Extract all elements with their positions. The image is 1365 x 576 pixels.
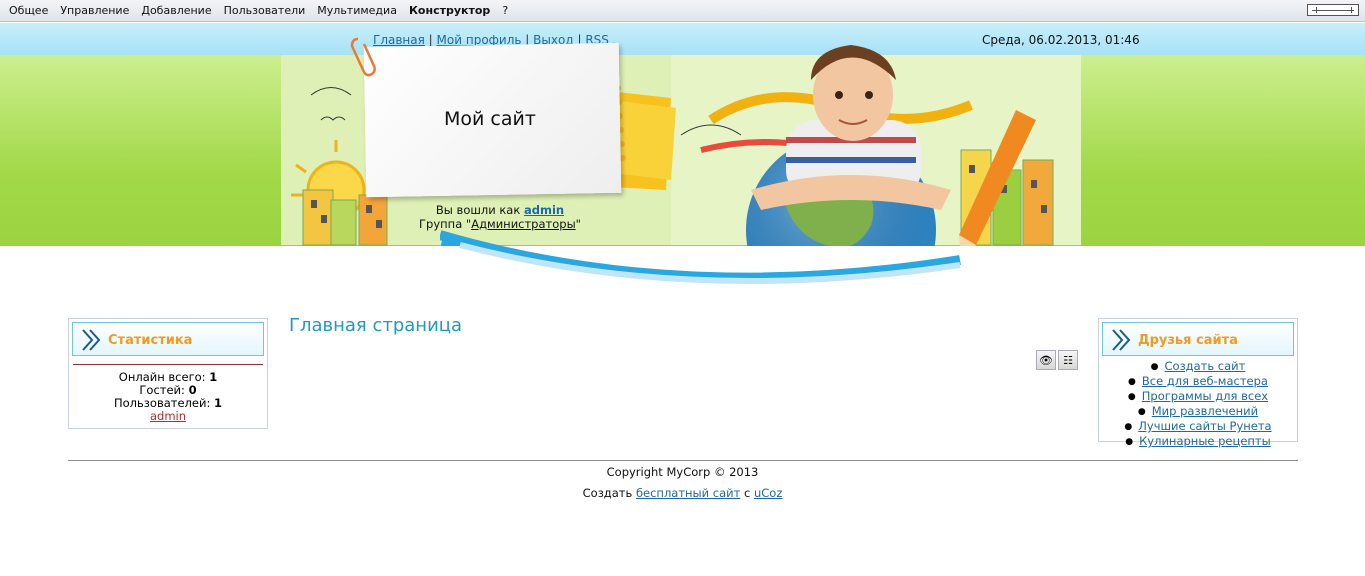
ucoz-link[interactable]: uCoz bbox=[754, 486, 782, 500]
admin-toolbar: Общее Управление Добавление Пользователи… bbox=[0, 0, 1365, 22]
logged-in-label: Вы вошли как bbox=[435, 203, 521, 217]
friend-link-create-site[interactable]: Создать сайт bbox=[1165, 359, 1246, 373]
paperclip-icon bbox=[350, 37, 376, 77]
free-site-link[interactable]: бесплатный сайт bbox=[636, 486, 740, 500]
online-label: Онлайн всего: bbox=[118, 370, 206, 384]
stats-block-header: Статистика bbox=[72, 322, 264, 356]
nav-separator: | bbox=[428, 33, 433, 47]
friend-link-recipes[interactable]: Кулинарные рецепты bbox=[1139, 434, 1271, 448]
nav-home-link[interactable]: Главная bbox=[373, 33, 425, 47]
stats-body: Онлайн всего: 1 Гостей: 0 Пользователей:… bbox=[69, 371, 267, 423]
friend-link-programs[interactable]: Программы для всех bbox=[1142, 389, 1268, 403]
group-link[interactable]: Администраторы bbox=[471, 217, 575, 231]
list-item: Лучшие сайты Рунета bbox=[1099, 420, 1297, 435]
friends-block: Друзья сайта Создать сайт Все для веб-ма… bbox=[1098, 318, 1298, 448]
site-name[interactable]: Мой сайт bbox=[420, 108, 560, 130]
current-datetime: Среда, 06.02.2013, 01:46 bbox=[982, 33, 1140, 47]
admin-menu-management[interactable]: Управление bbox=[54, 4, 135, 17]
list-item: Мир развлечений bbox=[1099, 405, 1297, 420]
double-chevron-icon bbox=[1112, 329, 1131, 351]
friend-link-best-sites[interactable]: Лучшие сайты Рунета bbox=[1138, 419, 1271, 433]
view-eye-icon[interactable]: 👁 bbox=[1036, 350, 1056, 370]
admin-menu-general[interactable]: Общее bbox=[3, 4, 54, 17]
admin-menu-users[interactable]: Пользователи bbox=[218, 4, 312, 17]
username-link[interactable]: admin bbox=[524, 203, 564, 217]
width-resize-icon[interactable] bbox=[1307, 4, 1359, 16]
list-item: Все для веб-мастера bbox=[1099, 375, 1297, 390]
admin-menu-constructor[interactable]: Конструктор bbox=[403, 4, 496, 17]
edit-list-icon[interactable]: ☷ bbox=[1058, 350, 1078, 370]
page-title: Главная страница bbox=[289, 315, 463, 336]
friends-block-header: Друзья сайта bbox=[1102, 322, 1294, 356]
users-count: 1 bbox=[213, 396, 222, 410]
list-item: Программы для всех bbox=[1099, 390, 1297, 405]
online-user-link[interactable]: admin bbox=[150, 409, 186, 423]
header-wave bbox=[440, 230, 961, 284]
stats-divider bbox=[73, 364, 263, 365]
with-label: с bbox=[743, 486, 751, 500]
list-item: Создать сайт bbox=[1099, 360, 1297, 375]
admin-menu-add[interactable]: Добавление bbox=[135, 4, 217, 17]
admin-menu: Общее Управление Добавление Пользователи… bbox=[3, 4, 514, 17]
friend-link-entertainment[interactable]: Мир развлечений bbox=[1152, 404, 1258, 418]
stats-block: Статистика Онлайн всего: 1 Гостей: 0 Пол… bbox=[68, 318, 268, 429]
friends-title: Друзья сайта bbox=[1138, 333, 1238, 348]
create-label: Создать bbox=[582, 486, 633, 500]
list-item: Кулинарные рецепты bbox=[1099, 435, 1297, 450]
double-chevron-icon bbox=[82, 329, 101, 351]
guests-count: 0 bbox=[188, 383, 197, 397]
footer-divider bbox=[68, 460, 1298, 461]
friends-list: Создать сайт Все для веб-мастера Програм… bbox=[1099, 360, 1297, 450]
online-count: 1 bbox=[209, 370, 218, 384]
group-label: Группа " bbox=[419, 217, 472, 231]
login-info: Вы вошли как admin Группа "Администратор… bbox=[400, 203, 600, 231]
admin-menu-help[interactable]: ? bbox=[496, 4, 514, 17]
stats-title: Статистика bbox=[108, 333, 193, 348]
page-tools: 👁 ☷ bbox=[1036, 350, 1078, 370]
copyright: Copyright MyCorp © 2013 bbox=[606, 465, 759, 479]
users-label: Пользователей: bbox=[113, 396, 211, 410]
friend-link-webmaster[interactable]: Все для веб-мастера bbox=[1142, 374, 1268, 388]
group-quote: " bbox=[575, 217, 581, 231]
admin-menu-multimedia[interactable]: Мультимедиа bbox=[311, 4, 403, 17]
guests-label: Гостей: bbox=[139, 383, 185, 397]
powered-by: Создать бесплатный сайт с uCoz bbox=[0, 486, 1365, 500]
